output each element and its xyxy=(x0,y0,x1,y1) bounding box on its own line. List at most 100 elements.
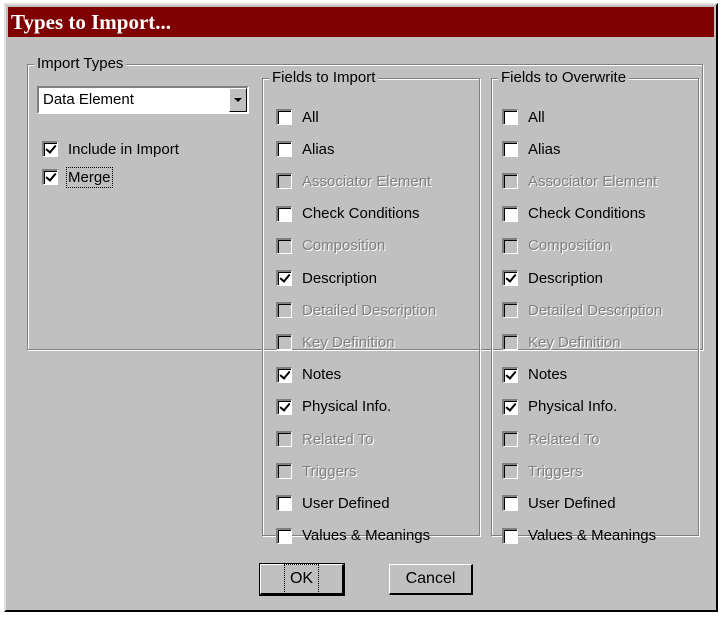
checkbox-box[interactable] xyxy=(276,366,292,383)
checkbox-label: User Defined xyxy=(302,494,390,512)
checkbox-box xyxy=(502,237,518,254)
fields-to-import-item: Triggers xyxy=(276,460,356,482)
checkbox-box[interactable] xyxy=(276,205,292,222)
checkbox-label: Related To xyxy=(302,430,374,448)
fields-to-overwrite-label: Fields to Overwrite xyxy=(498,68,630,88)
chevron-down-icon[interactable] xyxy=(229,88,247,112)
fields-to-overwrite-item[interactable]: Values & Meanings xyxy=(502,525,656,547)
fields-to-overwrite-item: Key Definition xyxy=(502,331,621,353)
checkbox-box[interactable] xyxy=(276,527,292,544)
checkbox-box xyxy=(502,173,518,190)
checkbox-box[interactable] xyxy=(502,398,518,415)
checkbox-box[interactable] xyxy=(276,398,292,415)
checkbox-label: Description xyxy=(302,269,378,287)
merge-label: Merge xyxy=(66,166,113,188)
checkbox-box xyxy=(276,173,292,190)
fields-to-overwrite-item[interactable]: Check Conditions xyxy=(502,203,646,225)
fields-to-import-item[interactable]: All xyxy=(276,106,319,128)
checkbox-label: Composition xyxy=(302,237,386,255)
type-select[interactable]: Data Element xyxy=(37,86,249,114)
checkbox-label: Alias xyxy=(302,140,335,158)
fields-to-import-item: Key Definition xyxy=(276,331,395,353)
checkbox-label: Associator Element xyxy=(528,172,658,190)
merge-checkbox[interactable]: Merge xyxy=(42,166,113,188)
checkbox-label: Alias xyxy=(528,140,561,158)
fields-to-import-item[interactable]: Physical Info. xyxy=(276,396,391,418)
include-in-import-box[interactable] xyxy=(42,141,58,157)
checkbox-box xyxy=(276,334,292,351)
fields-to-import-item[interactable]: Alias xyxy=(276,138,335,160)
checkbox-box[interactable] xyxy=(502,141,518,158)
fields-to-import-item[interactable]: Notes xyxy=(276,364,341,386)
fields-to-import-label: Fields to Import xyxy=(269,68,379,88)
fields-to-overwrite-item[interactable]: Notes xyxy=(502,364,567,386)
fields-to-import-item[interactable]: Check Conditions xyxy=(276,203,420,225)
fields-to-overwrite-item[interactable]: Alias xyxy=(502,138,561,160)
type-select-value: Data Element xyxy=(43,91,134,108)
checkbox-box[interactable] xyxy=(276,141,292,158)
checkbox-box[interactable] xyxy=(502,527,518,544)
checkbox-label: Detailed Description xyxy=(302,301,437,319)
checkbox-box[interactable] xyxy=(502,109,518,125)
checkbox-box xyxy=(276,463,292,480)
fields-to-overwrite-item[interactable]: Physical Info. xyxy=(502,396,617,418)
fields-to-import-item[interactable]: User Defined xyxy=(276,492,390,514)
fields-to-overwrite-item[interactable]: All xyxy=(502,106,545,128)
checkbox-label: All xyxy=(528,108,545,126)
fields-to-overwrite-item: Related To xyxy=(502,428,599,450)
checkbox-label: Triggers xyxy=(302,462,357,480)
cancel-button[interactable]: Cancel xyxy=(389,564,473,595)
checkbox-box[interactable] xyxy=(276,270,292,286)
checkbox-label: Triggers xyxy=(528,462,583,480)
fields-to-import-item: Detailed Description xyxy=(276,299,436,321)
cancel-label: Cancel xyxy=(405,570,456,587)
fields-to-import-item[interactable]: Values & Meanings xyxy=(276,525,430,547)
checkbox-label: Description xyxy=(528,269,604,287)
fields-to-import-item: Associator Element xyxy=(276,170,431,192)
title-bar: Types to Import... xyxy=(8,7,714,37)
checkbox-label: Check Conditions xyxy=(528,205,646,223)
include-in-import-checkbox[interactable]: Include in Import xyxy=(42,138,179,160)
checkbox-label: Physical Info. xyxy=(528,398,618,416)
checkbox-label: Notes xyxy=(302,366,342,384)
dialog-window: Types to Import... Import Types Data Ele… xyxy=(4,3,718,612)
merge-box[interactable] xyxy=(42,169,58,185)
checkbox-label: Values & Meanings xyxy=(302,527,431,545)
fields-to-overwrite-item: Triggers xyxy=(502,460,582,482)
checkbox-box xyxy=(502,463,518,480)
checkbox-box xyxy=(276,431,292,447)
checkbox-label: Key Definition xyxy=(302,333,395,351)
import-types-label: Import Types xyxy=(34,54,127,74)
checkbox-box[interactable] xyxy=(502,495,518,512)
checkbox-label: Physical Info. xyxy=(302,398,392,416)
checkbox-label: User Defined xyxy=(528,494,616,512)
checkbox-label: Related To xyxy=(528,430,600,448)
fields-to-overwrite-item: Composition xyxy=(502,235,611,257)
checkbox-box xyxy=(502,334,518,351)
checkbox-label: Detailed Description xyxy=(528,301,663,319)
fields-to-overwrite-item[interactable]: Description xyxy=(502,267,603,289)
checkbox-box[interactable] xyxy=(502,366,518,383)
checkbox-box[interactable] xyxy=(276,495,292,512)
fields-to-overwrite-item[interactable]: User Defined xyxy=(502,492,616,514)
checkbox-box xyxy=(276,302,292,319)
checkbox-label: Notes xyxy=(528,366,568,384)
fields-to-import-item[interactable]: Description xyxy=(276,267,377,289)
checkbox-box xyxy=(276,237,292,254)
include-in-import-label: Include in Import xyxy=(68,140,179,158)
fields-to-overwrite-item: Detailed Description xyxy=(502,299,662,321)
ok-label: OK xyxy=(283,564,320,594)
checkbox-box[interactable] xyxy=(502,270,518,286)
checkbox-label: Values & Meanings xyxy=(528,527,657,545)
checkbox-label: Key Definition xyxy=(528,333,621,351)
checkbox-box xyxy=(502,302,518,319)
checkbox-box xyxy=(502,431,518,447)
ok-button[interactable]: OK xyxy=(259,563,345,596)
checkbox-label: All xyxy=(302,108,319,126)
fields-to-import-item: Related To xyxy=(276,428,373,450)
checkbox-label: Associator Element xyxy=(302,172,432,190)
checkbox-box[interactable] xyxy=(276,109,292,125)
fields-to-overwrite-item: Associator Element xyxy=(502,170,657,192)
checkbox-label: Check Conditions xyxy=(302,205,420,223)
checkbox-box[interactable] xyxy=(502,205,518,222)
